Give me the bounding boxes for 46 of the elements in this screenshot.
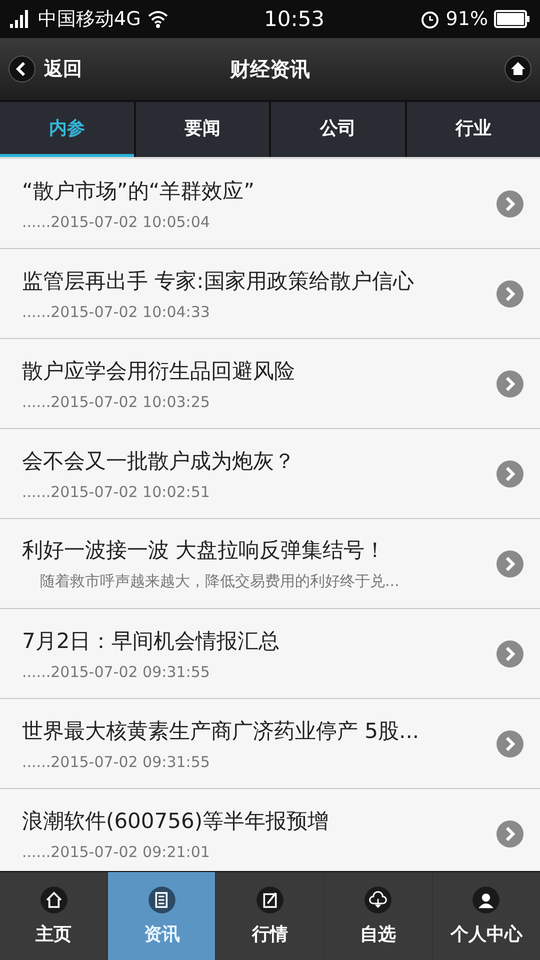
news-date: ......2015-07-02 09:21:01 [22, 842, 211, 860]
news-title: “散户市场”的“羊群效应” [22, 178, 256, 204]
news-date: ......2015-07-02 10:02:51 [22, 482, 211, 500]
wifi-icon [146, 10, 169, 28]
user-icon [472, 886, 500, 914]
nav-tab[interactable]: 个人中心 [432, 872, 540, 960]
chevron-icon [496, 640, 524, 668]
news-date: ......2015-07-02 09:31:55 [22, 752, 211, 770]
category-tab[interactable]: 行业 [406, 102, 540, 157]
battery-percent: 91% [446, 8, 488, 30]
clock-time: 10:53 [263, 7, 326, 31]
back-button[interactable]: 返回 [8, 55, 82, 83]
home-icon [40, 886, 68, 914]
news-date: ......2015-07-02 10:05:04 [22, 212, 211, 230]
nav-tab[interactable]: 主页 [0, 872, 108, 960]
category-tab[interactable]: 要闻 [136, 102, 269, 157]
carrier-name: 中国移动4G [38, 7, 141, 32]
cloud-icon [364, 886, 392, 914]
chevron-icon [496, 730, 524, 758]
news-title: 会不会又一批散户成为炮灰？ [22, 448, 296, 474]
news-title: 世界最大核黄素生产商广济药业停产 5股... [22, 718, 420, 744]
news-date: ......2015-07-02 10:04:33 [22, 302, 211, 320]
chevron-icon [496, 280, 524, 308]
chevron-icon [496, 820, 524, 848]
battery-icon [494, 10, 530, 28]
news-title: 浪潮软件(600756)等半年报预增 [22, 808, 330, 834]
news-summary: 随着救市呼声越来越大，降低交易费用的利好终于兑... [39, 572, 400, 591]
news-title: 监管层再出手 专家:国家用政策给散户信心 [22, 268, 415, 294]
page-title: 财经资讯 [230, 56, 310, 82]
chevron-icon [496, 460, 524, 488]
chevron-icon [496, 550, 524, 578]
alarm-icon [420, 9, 440, 29]
nav-tab[interactable]: 行情 [216, 872, 324, 960]
category-tab[interactable]: 公司 [271, 102, 404, 157]
news-title: 7月2日：早间机会情报汇总 [22, 628, 281, 654]
chevron-icon [496, 370, 524, 398]
chevron-icon [496, 190, 524, 218]
category-tab[interactable]: 内参 [0, 102, 134, 157]
home-icon[interactable] [504, 55, 532, 83]
edit-icon [256, 886, 284, 914]
news-date: ......2015-07-02 10:03:25 [22, 392, 211, 410]
news-title: 利好一波接一波 大盘拉响反弹集结号！ [22, 537, 387, 564]
news-date: ......2015-07-02 09:31:55 [22, 662, 211, 680]
news-icon [148, 886, 176, 914]
nav-tab[interactable]: 自选 [324, 872, 432, 960]
news-title: 散户应学会用衍生品回避风险 [22, 358, 296, 384]
